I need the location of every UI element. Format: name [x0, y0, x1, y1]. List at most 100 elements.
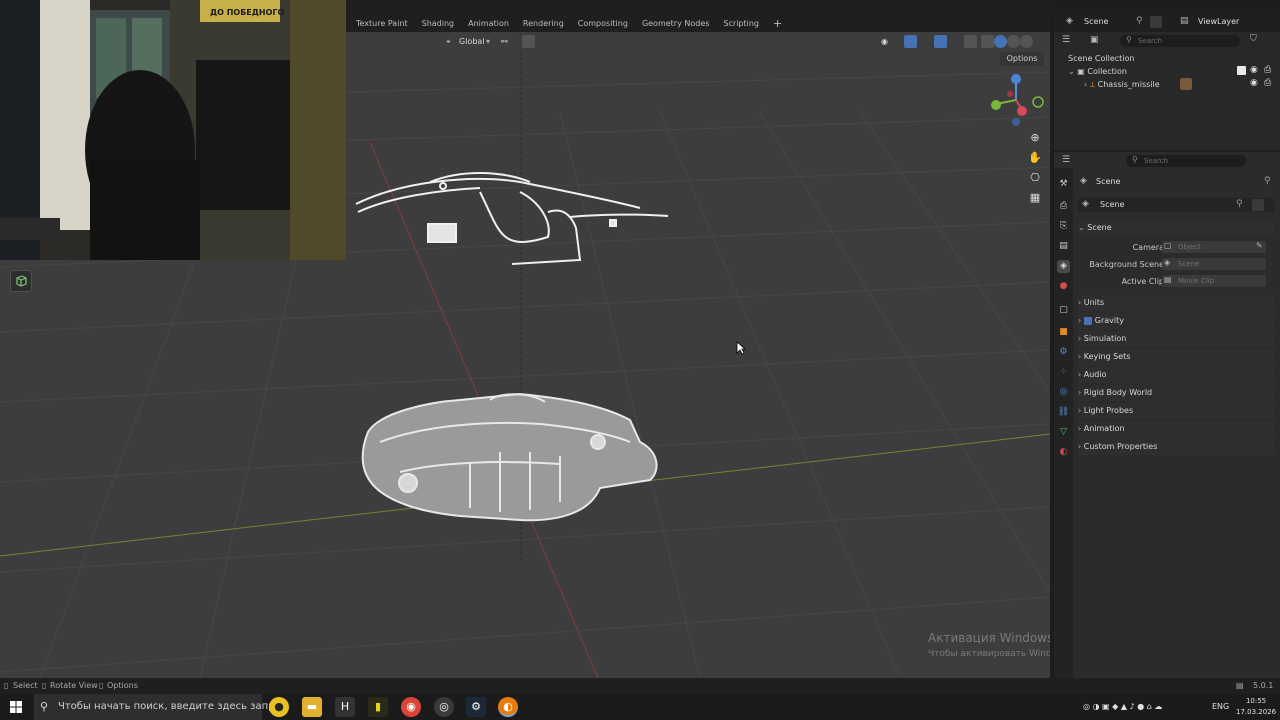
scene-datablock-selector[interactable]: ◈ Scene ⚲ [1078, 198, 1274, 212]
pivot-point-icon[interactable]: ⚯ [501, 35, 508, 48]
chrome-icon[interactable]: ◉ [401, 697, 421, 717]
new-scene-button[interactable] [1150, 16, 1162, 28]
visibility-icon[interactable]: ◉ [881, 35, 888, 48]
tab-texture-paint[interactable]: Texture Paint [356, 16, 408, 31]
tool-tab-icon[interactable]: ⚒ [1057, 178, 1070, 191]
active-clip-field[interactable]: Movie Clip [1162, 275, 1266, 287]
camera-placeholder: Object [1178, 243, 1201, 251]
scene-name-field[interactable]: Scene [1084, 17, 1108, 26]
pan-hand-icon[interactable]: ✋ [1026, 149, 1044, 167]
panel-light-probes[interactable]: › Light Probes [1078, 403, 1274, 419]
background-scene-field[interactable]: Scene [1162, 258, 1266, 270]
panel-rigid-body-world[interactable]: › Rigid Body World [1078, 385, 1274, 401]
pin-icon[interactable]: ⚲ [1136, 16, 1143, 26]
filter-icon[interactable]: ⛉ [1250, 34, 1257, 44]
panel-custom-properties-label: Custom Properties [1083, 442, 1158, 451]
taskbar-search-placeholder: Чтобы начать поиск, введите здесь запрос [58, 701, 287, 712]
tab-animation[interactable]: Animation [468, 16, 509, 31]
outliner-search-input[interactable]: Search [1120, 35, 1240, 47]
particles-tab-icon[interactable]: ⁘ [1057, 366, 1070, 379]
render-tab-icon[interactable]: ⎙ [1057, 200, 1070, 213]
panel-units[interactable]: › Units [1078, 295, 1274, 311]
panel-simulation[interactable]: › Simulation [1078, 331, 1274, 347]
view-layer-field[interactable]: ViewLayer [1198, 17, 1239, 26]
properties-editor-icon[interactable]: ☰ [1062, 155, 1070, 165]
obs-icon[interactable]: ◎ [434, 697, 454, 717]
grid-view-icon[interactable]: ▦ [1026, 189, 1044, 207]
physics-tab-icon[interactable]: ◎ [1057, 386, 1070, 399]
file-explorer-icon[interactable]: ▬ [302, 697, 322, 717]
collapse-arrow-icon[interactable]: ⌄ [1068, 67, 1075, 76]
zoom-icon[interactable]: ⊕ [1026, 129, 1044, 147]
object-visibility-eye-icon[interactable]: ◉ [1250, 78, 1258, 88]
hitman-app-icon[interactable]: H [335, 697, 355, 717]
outliner-row-object[interactable]: › ⟂ Chassis_missile [1084, 78, 1274, 91]
world-tab-icon[interactable]: ● [1057, 280, 1070, 293]
object-render-camera-icon[interactable]: ⎙ [1264, 78, 1271, 88]
rendered-shading-button[interactable] [1020, 35, 1033, 48]
camera-field[interactable]: Object [1162, 241, 1266, 253]
camera-view-icon[interactable]: ⎔ [1026, 169, 1044, 187]
snap-toggle-button[interactable] [522, 35, 535, 48]
panel-audio[interactable]: › Audio [1078, 367, 1274, 383]
mouse-middle-icon: ▯ [42, 681, 47, 690]
tab-rendering[interactable]: Rendering [523, 16, 564, 31]
blender-icon[interactable]: ◐ [498, 697, 518, 717]
panel-animation[interactable]: › Animation [1078, 421, 1274, 437]
tab-shading[interactable]: Shading [422, 16, 455, 31]
panel-keying-sets-label: Keying Sets [1083, 352, 1131, 361]
proportional-edit-button[interactable] [561, 35, 574, 48]
snap-target-button[interactable] [537, 35, 550, 48]
outliner-editor-icon[interactable]: ☰ [1062, 35, 1070, 45]
options-button[interactable]: Options [1000, 52, 1044, 66]
properties-search-input[interactable]: Search [1126, 155, 1246, 167]
background-scene-label: Background Scene [1089, 260, 1164, 269]
taskbar-search-input[interactable]: Чтобы начать поиск, введите здесь запрос [34, 694, 286, 720]
visibility-eye-icon[interactable]: ◉ [1250, 65, 1258, 75]
display-mode-icon[interactable]: ▣ [1090, 35, 1099, 45]
new-datablock-button[interactable] [1252, 199, 1264, 211]
select-tool-button[interactable] [10, 270, 32, 292]
expand-arrow-icon[interactable]: › [1084, 80, 1087, 89]
transform-orientation-select[interactable]: Global [459, 35, 485, 48]
view-layer-tab-icon[interactable]: ▤ [1057, 240, 1070, 253]
minion-app-icon[interactable]: ● [269, 697, 289, 717]
tab-scripting[interactable]: Scripting [723, 16, 759, 31]
panel-custom-properties[interactable]: › Custom Properties [1078, 439, 1274, 455]
panel-keying-sets[interactable]: › Keying Sets [1078, 349, 1274, 365]
outliner-row-scene-collection[interactable]: Scene Collection [1068, 52, 1278, 65]
gizmo-toggle-button[interactable] [904, 35, 917, 48]
gravity-checkbox[interactable] [1083, 316, 1092, 325]
overlay-toggle-button[interactable] [934, 35, 947, 48]
output-tab-icon[interactable]: ⎘ [1057, 220, 1070, 233]
outliner-row-collection[interactable]: ⌄ ▣ Collection [1068, 65, 1278, 78]
tab-compositing[interactable]: Compositing [578, 16, 628, 31]
wireframe-shading-button[interactable] [981, 35, 994, 48]
constraints-tab-icon[interactable]: ⛓ [1057, 406, 1070, 419]
steam-icon[interactable]: ⚙ [466, 697, 486, 717]
material-tab-icon[interactable]: ◐ [1057, 446, 1070, 459]
material-shading-button[interactable] [1007, 35, 1020, 48]
solid-shading-button[interactable] [994, 35, 1007, 48]
tab-geometry-nodes[interactable]: Geometry Nodes [642, 16, 709, 31]
exclude-checkbox[interactable] [1237, 66, 1246, 75]
xray-toggle-button[interactable] [964, 35, 977, 48]
eyedropper-icon[interactable]: ✎ [1256, 241, 1263, 250]
navigation-gizmo[interactable] [980, 72, 1050, 128]
yellow-app-icon[interactable]: ▮ [368, 697, 388, 717]
data-tab-icon[interactable]: ▽ [1057, 426, 1070, 439]
fake-user-icon[interactable]: ⚲ [1236, 199, 1243, 209]
collection-tab-icon[interactable]: ▢ [1057, 304, 1070, 317]
render-camera-icon[interactable]: ⎙ [1264, 65, 1271, 75]
language-indicator[interactable]: ENG [1212, 694, 1229, 720]
scene-panel-header[interactable]: ⌄ Scene [1078, 220, 1274, 236]
modifier-tab-icon[interactable]: ⚙ [1057, 346, 1070, 359]
add-workspace-button[interactable]: + [773, 16, 782, 31]
windows-start-icon[interactable] [10, 701, 22, 713]
object-tab-icon[interactable]: ■ [1057, 326, 1070, 339]
tray-icons[interactable]: ◎ ◑ ▣ ◆ ▲ ♪ ● ⌂ ☁ [1083, 694, 1162, 720]
scene-panel-title: Scene [1087, 223, 1112, 232]
panel-gravity[interactable]: › Gravity [1078, 313, 1274, 329]
clock[interactable]: 10:55 17.03.2026 [1236, 696, 1276, 718]
pin-icon[interactable]: ⚲ [1264, 176, 1271, 186]
